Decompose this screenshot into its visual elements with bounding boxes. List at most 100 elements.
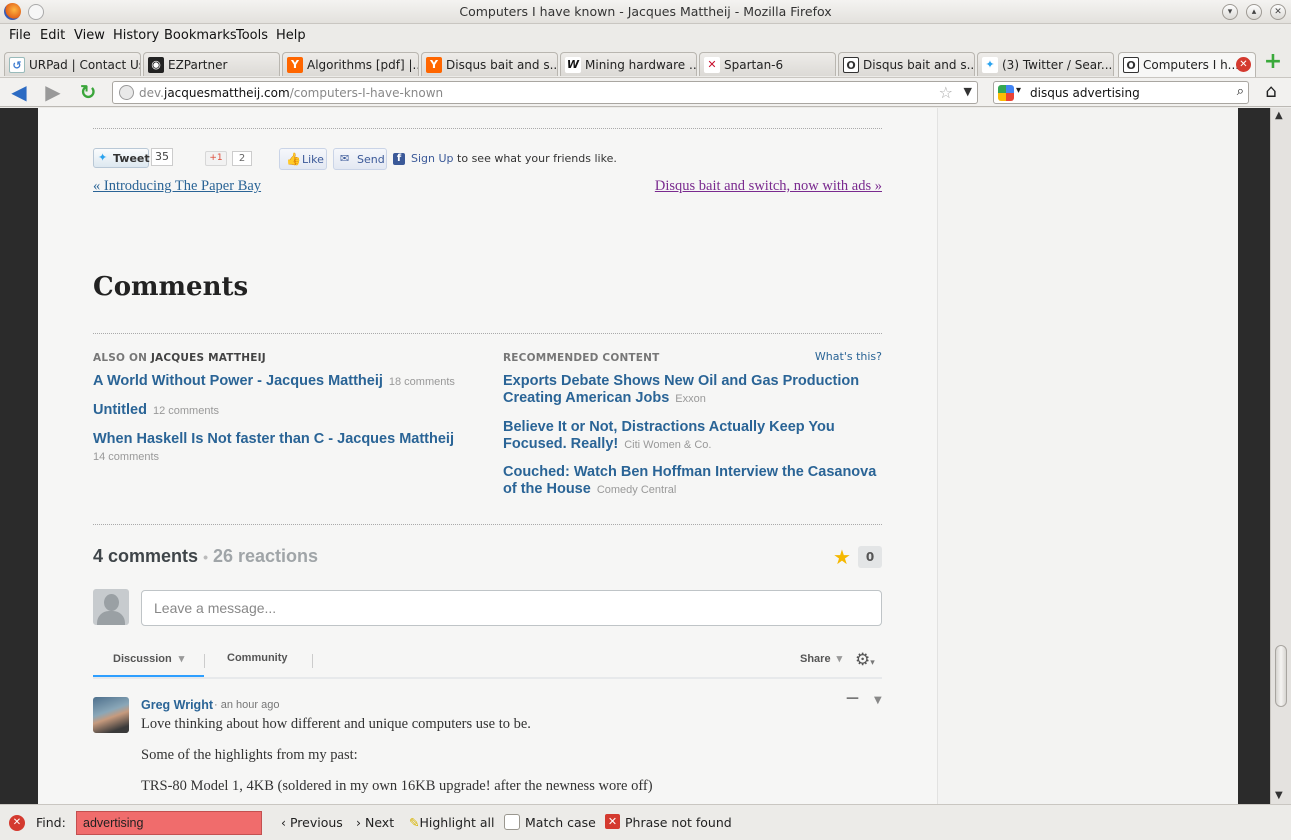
url-dropdown-icon[interactable]: ▼: [964, 85, 972, 98]
previous-post-link[interactable]: « Introducing The Paper Bay: [93, 178, 261, 195]
comment-time[interactable]: · an hour ago: [214, 699, 279, 711]
also-on-item[interactable]: Untitled 12 comments: [93, 402, 219, 420]
tab-label: URPad | Contact Us: [29, 58, 141, 72]
highlight-all-button[interactable]: ✎Highlight all: [409, 815, 495, 830]
menu-file[interactable]: File: [9, 28, 31, 43]
next-post-link[interactable]: Disqus bait and switch, now with ads »: [655, 178, 882, 195]
tab-computers-active[interactable]: O Computers I h... ✕: [1118, 52, 1256, 77]
new-tab-icon[interactable]: +: [1262, 51, 1284, 74]
find-field[interactable]: [76, 811, 262, 835]
whats-this-link[interactable]: What's this?: [815, 350, 882, 363]
site-o-icon: O: [1123, 57, 1139, 73]
signup-link[interactable]: Sign Up: [411, 152, 454, 165]
comment-paragraph: Love thinking about how different and un…: [141, 716, 531, 732]
chevron-left-icon: ‹: [281, 815, 286, 830]
find-previous-button[interactable]: ‹ Previous: [281, 815, 343, 830]
tab-spartan6[interactable]: ✕ Spartan-6: [699, 52, 836, 76]
tab-label: (3) Twitter / Sear...: [1002, 58, 1113, 72]
page-viewport: ✦ Tweet 35 +1 2 👍 Like ✉ Send f Sign Up …: [0, 108, 1291, 804]
scrollbar[interactable]: ▲ ▼: [1270, 108, 1291, 804]
menu-history[interactable]: History: [113, 28, 159, 43]
forward-icon[interactable]: ▶: [42, 82, 64, 104]
tab-ezpartner[interactable]: ◉ EZPartner: [143, 52, 280, 76]
star-count: 0: [858, 546, 882, 568]
tab-disqus-hn[interactable]: Y Disqus bait and s...: [421, 52, 558, 76]
recommended-item[interactable]: Exports Debate Shows New Oil and Gas Pro…: [503, 373, 859, 408]
search-input[interactable]: disqus advertising: [1030, 86, 1140, 100]
match-case-label[interactable]: Match case: [525, 815, 596, 830]
tab-urpad[interactable]: ↺ URPad | Contact Us: [4, 52, 141, 76]
message-box[interactable]: [141, 590, 882, 626]
site-o-icon: O: [843, 57, 859, 73]
tab-separator: [312, 654, 313, 668]
close-window-icon[interactable]: ✕: [1270, 4, 1286, 20]
maximize-icon[interactable]: ▴: [1246, 4, 1262, 20]
scrollbar-thumb[interactable]: [1275, 645, 1287, 707]
share-buttons: ✦ Tweet 35 +1 2 👍 Like ✉ Send f Sign Up …: [93, 148, 882, 170]
recommended-item[interactable]: Believe It or Not, Distractions Actually…: [503, 419, 835, 454]
bitcoin-wiki-icon: W: [565, 57, 581, 73]
facebook-send-button[interactable]: ✉ Send: [333, 148, 387, 170]
also-on-item[interactable]: A World Without Power - Jacques Mattheij…: [93, 373, 455, 391]
find-bar: ✕ Find: ‹ Previous › Next ✎Highlight all…: [0, 804, 1291, 840]
message-input[interactable]: [142, 591, 881, 625]
bookmark-star-icon[interactable]: ☆: [939, 83, 953, 102]
chevron-right-icon: ›: [356, 815, 361, 830]
back-icon[interactable]: ◀: [8, 82, 30, 104]
send-label: Send: [357, 153, 385, 166]
match-case-checkbox[interactable]: [504, 814, 520, 830]
tab-algorithms[interactable]: Y Algorithms [pdf] |...: [282, 52, 419, 76]
menu-tools[interactable]: Tools: [236, 28, 268, 43]
find-input[interactable]: [77, 812, 261, 834]
tab-mining-hardware[interactable]: W Mining hardware ...: [560, 52, 697, 76]
menu-view[interactable]: View: [74, 28, 105, 43]
tab-label: Mining hardware ...: [585, 58, 697, 72]
menu-help[interactable]: Help: [276, 28, 306, 43]
facebook-signup-text: Sign Up to see what your friends like.: [411, 152, 617, 165]
chevron-down-icon: ▾: [836, 653, 843, 665]
commenter-avatar[interactable]: [93, 697, 129, 733]
star-icon[interactable]: ★: [833, 545, 851, 569]
url-text[interactable]: dev.jacquesmattheij.com/computers-I-have…: [139, 86, 443, 100]
comments-heading: Comments: [93, 272, 249, 302]
tab-underline: [93, 677, 882, 679]
site-identity-icon[interactable]: [119, 85, 134, 100]
menu-bookmarks[interactable]: Bookmarks: [164, 28, 237, 43]
ezpartner-icon: ◉: [148, 57, 164, 73]
share-menu[interactable]: Share ▾: [800, 652, 842, 665]
binoculars-icon[interactable]: ⌕: [1237, 84, 1244, 99]
gplus-button[interactable]: +1: [205, 151, 227, 166]
gear-icon[interactable]: ⚙▾: [855, 650, 875, 670]
home-icon[interactable]: ⌂: [1260, 83, 1282, 103]
search-bar[interactable]: ▾ disqus advertising ⌕: [993, 81, 1249, 104]
tab-label: Algorithms [pdf] |...: [307, 58, 419, 72]
recommended-item[interactable]: Couched: Watch Ben Hoffman Interview the…: [503, 464, 876, 499]
tab-discussion[interactable]: Discussion ▾: [93, 652, 204, 678]
close-findbar-icon[interactable]: ✕: [9, 815, 25, 831]
tab-disqus-blog[interactable]: O Disqus bait and s...: [838, 52, 975, 76]
google-icon[interactable]: [998, 85, 1014, 101]
reload-icon[interactable]: ↻: [77, 82, 99, 104]
collapse-icon[interactable]: —: [846, 691, 859, 706]
also-on-item[interactable]: When Haskell Is Not faster than C - Jacq…: [93, 431, 454, 466]
scroll-down-icon[interactable]: ▼: [1275, 790, 1283, 801]
recommended-heading: RECOMMENDED CONTENT: [503, 352, 660, 364]
comment-menu-icon[interactable]: ▼: [874, 695, 882, 706]
thumbs-up-icon: 👍: [286, 152, 301, 166]
tab-separator: [204, 654, 205, 668]
ycombinator-icon: Y: [287, 57, 303, 73]
scroll-up-icon[interactable]: ▲: [1275, 110, 1283, 121]
url-bar[interactable]: dev.jacquesmattheij.com/computers-I-have…: [112, 81, 978, 104]
tab-twitter[interactable]: ✦ (3) Twitter / Sear...: [977, 52, 1114, 76]
find-next-button[interactable]: › Next: [356, 815, 394, 830]
close-tab-icon[interactable]: ✕: [1236, 57, 1251, 72]
facebook-like-button[interactable]: 👍 Like: [279, 148, 327, 170]
search-engine-dropdown-icon[interactable]: ▾: [1016, 85, 1021, 96]
comment-author[interactable]: Greg Wright: [141, 698, 213, 712]
menu-edit[interactable]: Edit: [40, 28, 65, 43]
user-avatar-placeholder: [93, 589, 129, 625]
minimize-icon[interactable]: ▾: [1222, 4, 1238, 20]
tweet-button[interactable]: ✦ Tweet: [93, 148, 150, 168]
tab-label: Disqus bait and s...: [446, 58, 558, 72]
tab-community[interactable]: Community: [227, 652, 288, 664]
